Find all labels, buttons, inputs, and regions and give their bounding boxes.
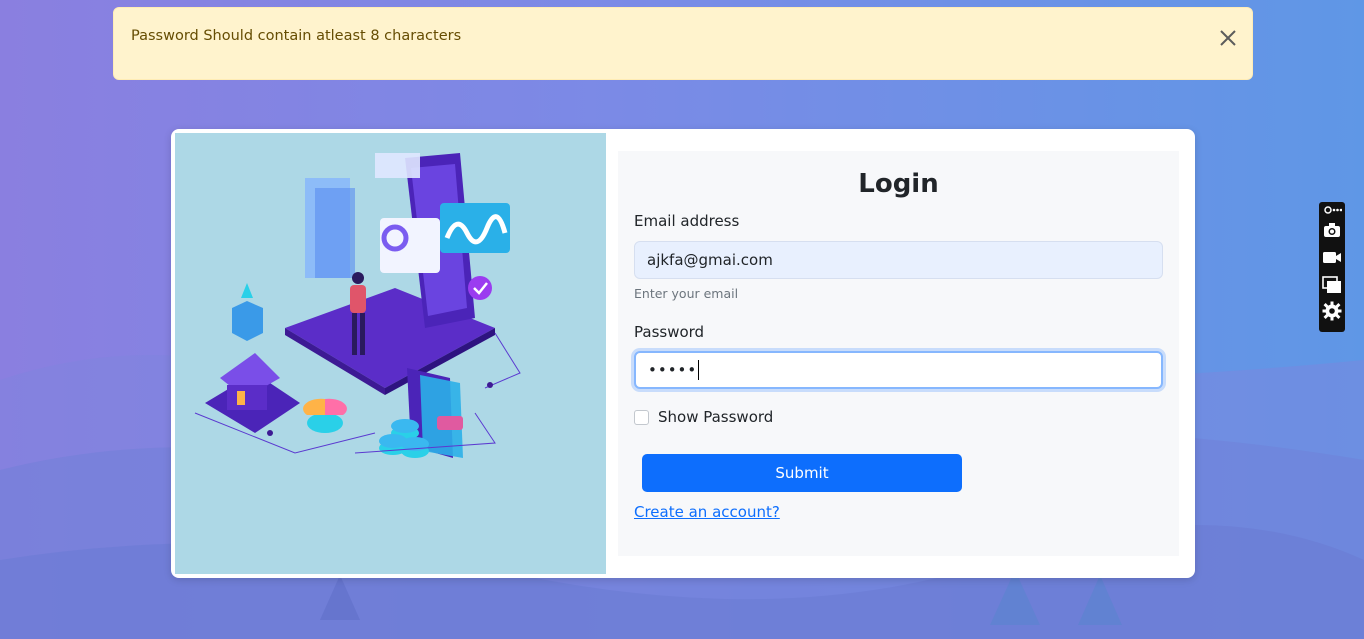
submit-button[interactable]: Submit: [642, 454, 962, 492]
close-icon[interactable]: [1214, 24, 1242, 52]
gear-icon[interactable]: [1322, 301, 1342, 321]
show-password-label[interactable]: Show Password: [658, 408, 773, 426]
password-warning-alert: Password Should contain atleast 8 charac…: [113, 7, 1253, 80]
email-value: ajkfa@gmai.com: [647, 251, 773, 269]
text-caret: [698, 360, 700, 380]
email-label: Email address: [634, 212, 740, 230]
create-account-link[interactable]: Create an account?: [634, 503, 780, 521]
screen-capture-extension-toolbar: [1319, 202, 1345, 332]
alert-message: Password Should contain atleast 8 charac…: [131, 28, 462, 44]
illustration-graphic: [194, 153, 521, 458]
page-title: Login: [858, 169, 939, 199]
password-label: Password: [634, 323, 705, 341]
email-help-text: Enter your email: [634, 286, 739, 301]
show-password-checkbox[interactable]: [634, 410, 649, 425]
camera-icon[interactable]: [1322, 220, 1342, 240]
video-icon[interactable]: [1322, 247, 1342, 267]
fintech-isometric-illustration: [175, 133, 606, 574]
email-field[interactable]: ajkfa@gmai.com: [634, 241, 1163, 279]
window-icon[interactable]: [1322, 274, 1342, 294]
login-card: Login Email address ajkfa@gmai.com Enter…: [171, 129, 1195, 578]
login-form: Login Email address ajkfa@gmai.com Enter…: [618, 151, 1179, 556]
password-field[interactable]: •••••: [634, 351, 1163, 389]
link-icon[interactable]: [1322, 204, 1342, 216]
password-value: •••••: [648, 361, 698, 379]
submit-button-label: Submit: [775, 464, 829, 482]
